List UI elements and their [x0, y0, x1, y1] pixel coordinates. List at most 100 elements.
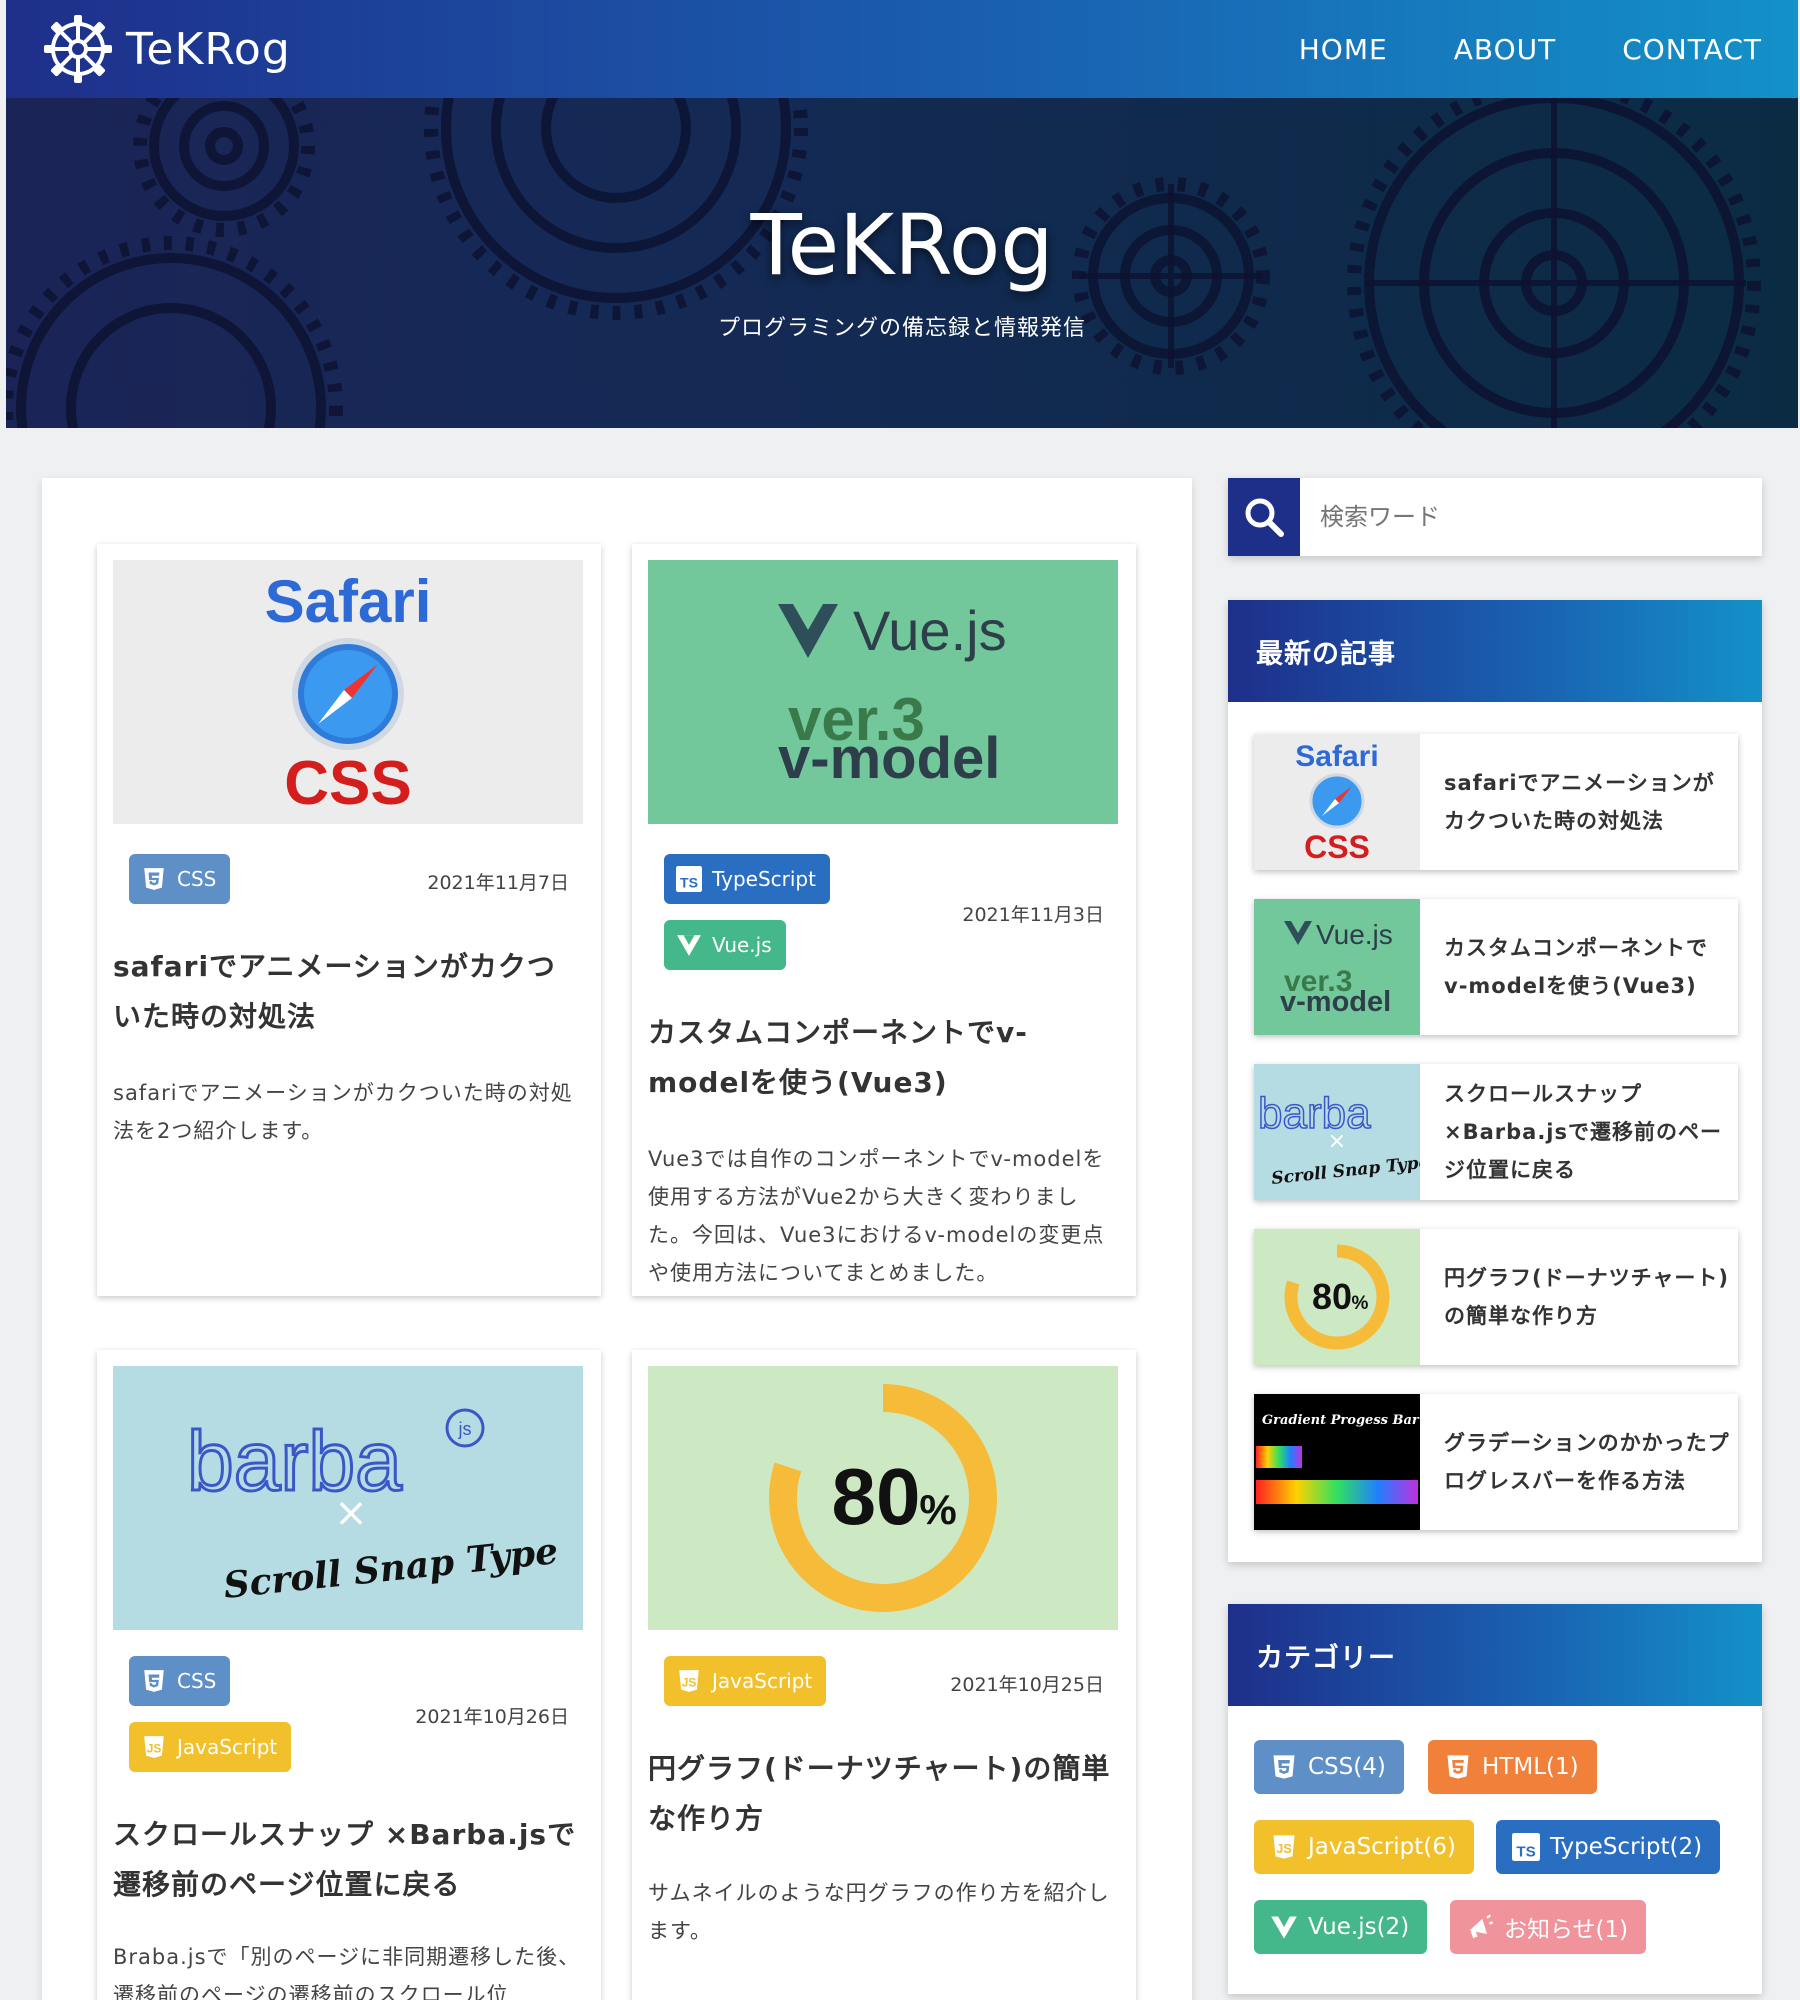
post-title[interactable]: スクロールスナップ ×Barba.jsで遷移前のページ位置に戻る	[113, 1810, 583, 1910]
post-date: 2021年10月26日	[415, 1706, 569, 1728]
recent-post-item[interactable]: 80 % 円グラフ(ドーナツチャート)の簡単な作り方	[1254, 1229, 1738, 1365]
post-card[interactable]: Safari CSS CSS 2021年11月7日 safariでアニメーション…	[97, 544, 601, 1296]
category-label: CSS(4)	[1308, 1754, 1386, 1780]
megaphone-icon	[1469, 1914, 1494, 1939]
thumb-text: Gradient Progess Bar	[1262, 1413, 1420, 1428]
tag-javascript[interactable]: JS JavaScript	[664, 1656, 827, 1706]
recent-post-item[interactable]: Vue.js ver.3 v-model カスタムコンポーネントでv-model…	[1254, 899, 1738, 1035]
tag-css[interactable]: CSS	[129, 1656, 231, 1706]
recent-thumb-gradient: Gradient Progess Bar	[1254, 1394, 1420, 1530]
javascript-icon: JS	[679, 1670, 699, 1692]
thumb-text: CSS	[284, 749, 411, 818]
thumb-text: Scroll Snap Type	[222, 1530, 560, 1607]
javascript-icon: JS	[1273, 1835, 1295, 1859]
thumb-text: Safari	[1295, 740, 1378, 773]
post-thumbnail-donut: 80 %	[648, 1366, 1118, 1630]
category-label: TypeScript(2)	[1550, 1834, 1703, 1860]
recent-thumb-donut: 80 %	[1254, 1229, 1420, 1365]
thumb-text: Scroll Snap Type	[1270, 1152, 1420, 1188]
post-title[interactable]: safariでアニメーションがカクついた時の対処法	[113, 942, 583, 1042]
recent-thumb-vue: Vue.js ver.3 v-model	[1254, 899, 1420, 1035]
tag-label: TypeScript	[712, 867, 816, 891]
post-list: Safari CSS CSS 2021年11月7日 safariでアニメーション…	[42, 478, 1192, 2000]
thumb-text: v-model	[1280, 986, 1391, 1018]
category-label: JavaScript(6)	[1308, 1834, 1456, 1860]
post-card[interactable]: barba js × Scroll Snap Type CSS JS JavaS…	[97, 1350, 601, 2000]
thumb-text: %	[919, 1486, 956, 1533]
post-title[interactable]: 円グラフ(ドーナツチャート)の簡単な作り方	[648, 1744, 1118, 1844]
post-title[interactable]: カスタムコンポーネントでv-modelを使う(Vue3)	[648, 1008, 1118, 1108]
tag-label: CSS	[177, 1669, 217, 1693]
widget-heading: 最新の記事	[1228, 600, 1762, 702]
svg-text:TS: TS	[680, 875, 698, 891]
recent-post-title: スクロールスナップ ×Barba.jsで遷移前のページ位置に戻る	[1444, 1082, 1723, 1182]
post-excerpt: サムネイルのような円グラフの作り方を紹介します。	[648, 1881, 1110, 1943]
search-icon	[1245, 498, 1284, 537]
category-css[interactable]: CSS(4)	[1254, 1740, 1404, 1794]
tag-javascript[interactable]: JS JavaScript	[129, 1722, 292, 1772]
category-widget: カテゴリー CSS(4) HTML(1) JS JavaScript(6) TS…	[1228, 1604, 1762, 1994]
typescript-icon: TS	[676, 866, 702, 892]
thumb-text: ×	[334, 1490, 368, 1536]
logo-text: TeKRog	[126, 23, 291, 75]
nav-home[interactable]: HOME	[1299, 33, 1388, 66]
typescript-icon: TS	[1512, 1833, 1540, 1861]
javascript-icon: JS	[144, 1736, 164, 1758]
recent-post-item[interactable]: Gradient Progess Bar グラデーションのかかったプログレスバー…	[1254, 1394, 1738, 1530]
widget-heading: カテゴリー	[1228, 1604, 1762, 1706]
tag-typescript[interactable]: TS TypeScript	[664, 854, 830, 904]
tag-label: Vue.js	[712, 933, 772, 957]
post-card[interactable]: 80 % JS JavaScript 2021年10月25日 円グラフ(ドーナツ…	[632, 1350, 1136, 2000]
gear-logo-icon	[44, 15, 112, 83]
thumb-text: Vue.js	[853, 599, 1007, 662]
vue-icon	[677, 935, 701, 956]
thumb-text: 80	[1312, 1276, 1352, 1317]
search-button[interactable]	[1228, 478, 1300, 556]
thumb-text: ×	[1328, 1129, 1346, 1154]
css3-icon	[144, 868, 164, 890]
recent-posts-widget: 最新の記事 Safari CSS safariでアニメーションがカクついた時の対…	[1228, 600, 1762, 1562]
search-form	[1228, 478, 1762, 556]
nav-contact[interactable]: CONTACT	[1622, 33, 1762, 66]
post-thumbnail-safari: Safari CSS	[113, 560, 583, 824]
thumb-text: barba	[187, 1414, 402, 1508]
main-menu: HOME ABOUT CONTACT	[1233, 33, 1762, 66]
thumb-text: v-model	[778, 726, 1000, 791]
svg-text:JS: JS	[682, 1675, 697, 1689]
nav-about[interactable]: ABOUT	[1454, 33, 1557, 66]
tag-css[interactable]: CSS	[129, 854, 231, 904]
search-input[interactable]	[1300, 478, 1762, 556]
recent-post-title: safariでアニメーションがカクついた時の対処法	[1444, 771, 1715, 833]
site-header: TeKRog HOME ABOUT CONTACT	[6, 0, 1798, 98]
post-date: 2021年11月3日	[962, 904, 1104, 926]
post-date: 2021年11月7日	[427, 872, 569, 894]
category-news[interactable]: お知らせ(1)	[1450, 1900, 1647, 1954]
thumb-text: CSS	[1304, 829, 1370, 865]
post-thumbnail-barba: barba js × Scroll Snap Type	[113, 1366, 583, 1630]
recent-thumb-barba: barba × Scroll Snap Type	[1254, 1064, 1420, 1200]
svg-text:JS: JS	[1276, 1841, 1292, 1856]
thumb-text: barba	[1258, 1089, 1371, 1138]
thumb-text: Vue.js	[1316, 919, 1393, 950]
recent-post-item[interactable]: Safari CSS safariでアニメーションがカクついた時の対処法	[1254, 734, 1738, 870]
tag-vue[interactable]: Vue.js	[664, 920, 786, 970]
css3-icon	[1273, 1755, 1295, 1779]
css3-icon	[144, 1670, 164, 1692]
tag-label: CSS	[177, 867, 217, 891]
post-thumbnail-vue: Vue.js ver.3 v-model	[648, 560, 1118, 824]
post-excerpt: Vue3では自作のコンポーネントでv-modelを使用する方法がVue2から大き…	[648, 1147, 1105, 1285]
recent-post-title: 円グラフ(ドーナツチャート)の簡単な作り方	[1444, 1266, 1729, 1328]
post-card[interactable]: Vue.js ver.3 v-model TS TypeScript Vue.j…	[632, 544, 1136, 1296]
category-html[interactable]: HTML(1)	[1428, 1740, 1597, 1794]
recent-post-item[interactable]: barba × Scroll Snap Type スクロールスナップ ×Barb…	[1254, 1064, 1738, 1200]
category-typescript[interactable]: TS TypeScript(2)	[1496, 1820, 1721, 1874]
svg-text:TS: TS	[1516, 1843, 1535, 1860]
recent-post-title: グラデーションのかかったプログレスバーを作る方法	[1444, 1431, 1730, 1493]
post-date: 2021年10月25日	[950, 1674, 1104, 1696]
category-javascript[interactable]: JS JavaScript(6)	[1254, 1820, 1474, 1874]
post-excerpt: Braba.jsで「別のページに非同期遷移した後、遷移前のページの遷移前のスクロ…	[113, 1945, 581, 2000]
vue-icon	[1271, 1916, 1297, 1939]
tag-label: JavaScript	[177, 1735, 278, 1759]
category-vue[interactable]: Vue.js(2)	[1254, 1900, 1428, 1954]
site-logo[interactable]: TeKRog	[42, 13, 291, 85]
